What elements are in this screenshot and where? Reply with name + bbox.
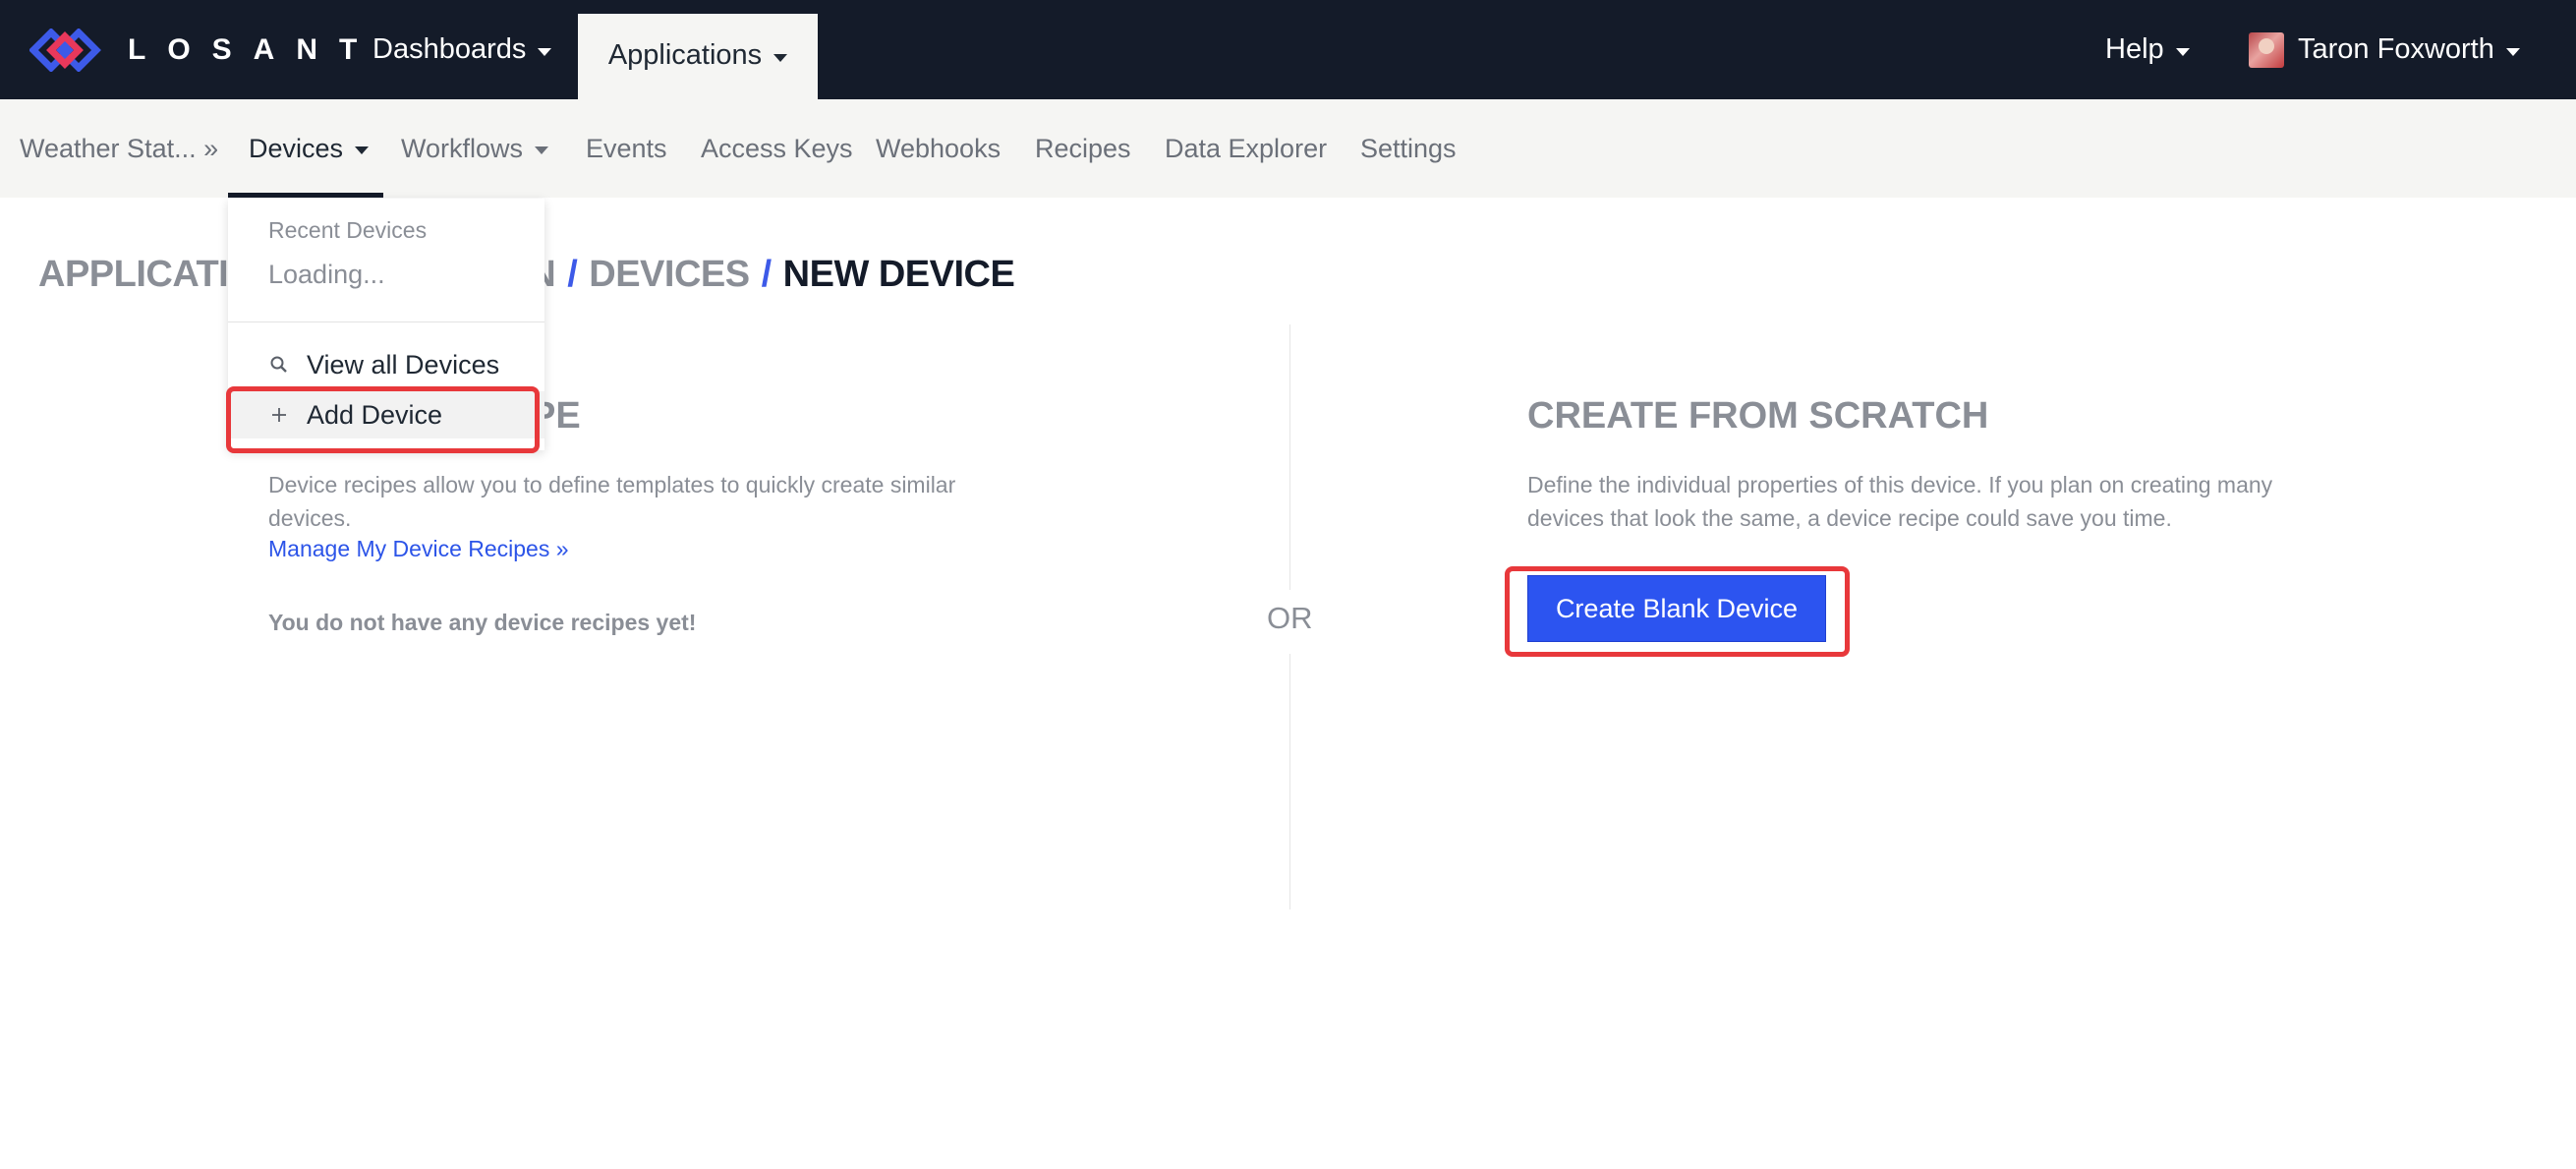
subnav-app-name[interactable]: Weather Stat... » — [20, 99, 218, 198]
scratch-section-heading: CREATE FROM SCRATCH — [1527, 395, 1989, 437]
breadcrumb-separator: / — [567, 254, 578, 295]
subnav-devices[interactable]: Devices — [228, 99, 383, 198]
column-divider — [1289, 654, 1290, 909]
subnav-item-label: Webhooks — [876, 133, 1002, 163]
subnav-item-label: Workflows — [401, 133, 524, 163]
brand-name: LOSANT — [128, 33, 379, 66]
view-all-devices-label: View all Devices — [307, 349, 500, 380]
caret-down-icon — [2175, 47, 2190, 56]
nav-dashboards-label: Dashboards — [372, 33, 527, 65]
subnav-recipes[interactable]: Recipes — [1035, 99, 1131, 198]
subnav-access-keys[interactable]: Access Keys — [701, 99, 853, 198]
user-name: Taron Foxworth — [2298, 33, 2494, 65]
search-icon — [269, 353, 289, 377]
nav-applications-label: Applications — [607, 39, 763, 71]
add-device-label: Add Device — [307, 399, 443, 430]
subnav-events[interactable]: Events — [586, 99, 667, 198]
add-device-item[interactable]: Add Device — [228, 391, 544, 438]
scratch-description: Define the individual properties of this… — [1527, 472, 2273, 531]
top-navbar: LOSANT Dashboards Applications Help Taro… — [0, 0, 2576, 99]
recent-devices-loading: Loading... — [268, 260, 385, 289]
avatar — [2249, 31, 2284, 68]
caret-down-icon — [2505, 47, 2520, 56]
recipe-description: Device recipes allow you to define templ… — [268, 472, 956, 531]
caret-down-icon — [538, 47, 552, 56]
subnav-item-label: Events — [586, 133, 667, 163]
brand-logo[interactable]: LOSANT — [29, 26, 378, 75]
column-divider — [1289, 324, 1290, 590]
no-recipes-note: You do not have any device recipes yet! — [268, 610, 697, 635]
plus-icon — [269, 403, 289, 427]
subnav-data-explorer[interactable]: Data Explorer — [1165, 99, 1327, 198]
subnav-item-label: Recipes — [1035, 133, 1131, 163]
subnav-item-label: Settings — [1360, 133, 1457, 163]
breadcrumb-separator: / — [761, 254, 773, 295]
devices-dropdown-menu: Recent Devices Loading... View all Devic… — [228, 199, 544, 450]
caret-down-icon — [355, 146, 370, 154]
create-blank-device-button[interactable]: Create Blank Device — [1527, 575, 1826, 642]
subnav-item-label: Data Explorer — [1165, 133, 1328, 163]
subnav-item-label: Access Keys — [701, 133, 853, 163]
dropdown-divider — [228, 321, 544, 322]
user-menu[interactable]: Taron Foxworth — [2249, 0, 2520, 99]
breadcrumb-current: NEW DEVICE — [782, 254, 1015, 295]
subnav-webhooks[interactable]: Webhooks — [876, 99, 1001, 198]
caret-down-icon — [535, 146, 549, 154]
view-all-devices-item[interactable]: View all Devices — [228, 341, 544, 388]
nav-dashboards[interactable]: Dashboards — [372, 0, 552, 99]
losant-logo-icon — [29, 29, 101, 72]
subnav-item-label: Devices — [249, 133, 344, 163]
manage-recipes-link[interactable]: Manage My Device Recipes » — [268, 536, 569, 562]
recent-devices-header: Recent Devices — [268, 217, 428, 243]
or-label: OR — [1267, 601, 1313, 635]
nav-help[interactable]: Help — [2105, 0, 2190, 99]
application-subnav: Weather Stat... » Devices Workflows Even… — [0, 99, 2576, 198]
nav-help-label: Help — [2105, 33, 2164, 65]
nav-applications[interactable]: Applications — [578, 14, 818, 99]
subnav-app-name-label: Weather Stat... » — [20, 133, 219, 163]
subnav-workflows[interactable]: Workflows — [401, 99, 549, 198]
subnav-settings[interactable]: Settings — [1360, 99, 1457, 198]
caret-down-icon — [773, 53, 788, 62]
breadcrumb-devices[interactable]: DEVICES — [589, 254, 750, 295]
